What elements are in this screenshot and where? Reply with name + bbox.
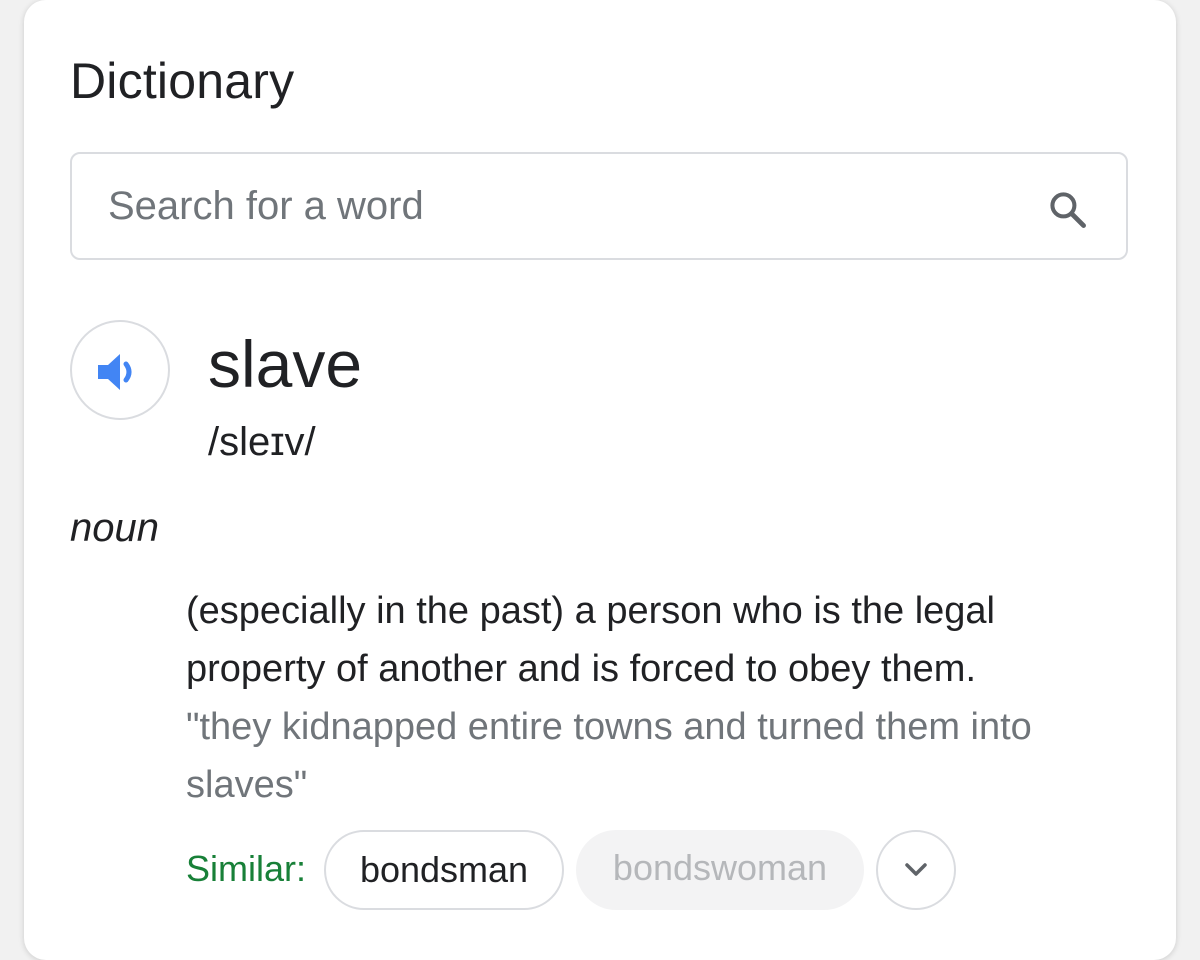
dictionary-card: Dictionary slave /sleɪv/ noun (especiall… <box>24 0 1176 960</box>
similar-chip-bondsman[interactable]: bondsman <box>324 830 564 910</box>
pronunciation-button[interactable] <box>70 320 170 420</box>
chevron-down-icon <box>905 863 927 876</box>
headword: slave <box>208 327 363 401</box>
similar-chip-bondswoman[interactable]: bondswoman <box>576 830 864 910</box>
similar-label: Similar: <box>186 848 307 889</box>
definition-text: (especially in the past) a person who is… <box>186 590 996 690</box>
expand-similar-button[interactable] <box>876 830 956 910</box>
card-title: Dictionary <box>70 53 295 109</box>
search-input[interactable] <box>108 178 1008 234</box>
search-icon[interactable] <box>1046 188 1090 232</box>
search-box[interactable] <box>70 152 1128 260</box>
phonetic-spelling: /sleɪv/ <box>208 420 316 464</box>
part-of-speech: noun <box>70 506 159 550</box>
speaker-icon <box>98 354 132 390</box>
example-sentence: "they kidnapped entire towns and turned … <box>186 706 1032 806</box>
